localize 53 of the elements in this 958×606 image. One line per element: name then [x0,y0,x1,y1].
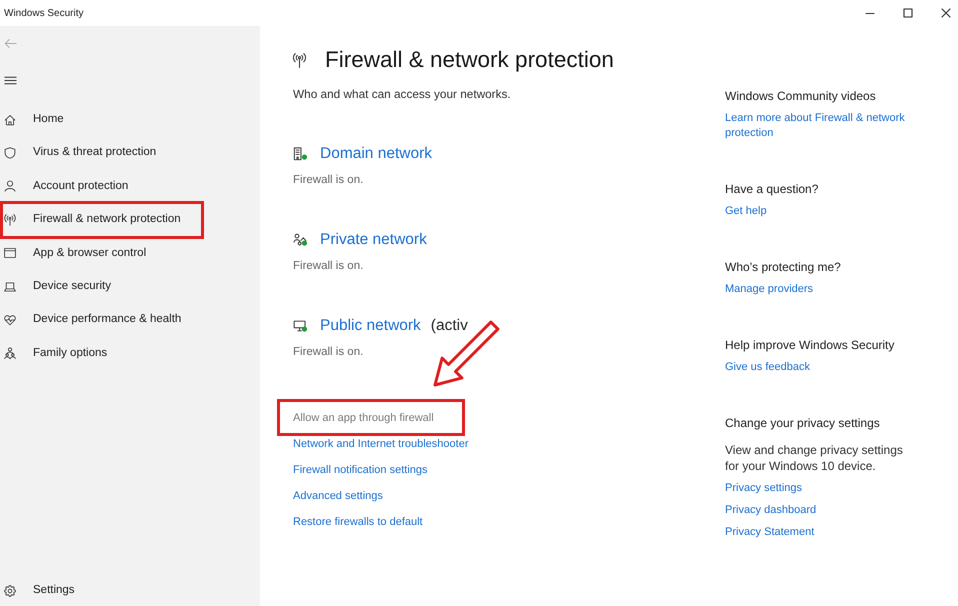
settings-link[interactable]: Network and Internet troubleshooter [293,436,468,452]
heart-pulse-icon [4,314,16,326]
help-link[interactable]: Manage providers [725,282,814,297]
page-title: Firewall & network protection [325,46,614,74]
network-link[interactable]: Private network [320,230,427,250]
network-note: (activ [430,316,468,336]
help-link[interactable]: Learn more about Firewall & network protection [725,111,925,141]
help-link[interactable]: Privacy settings [725,481,802,496]
section-heading: Who’s protecting me? [725,259,841,275]
network-link[interactable]: Domain network [320,144,432,164]
maximize-icon [903,8,913,18]
building-icon [293,147,308,161]
laptop-icon [4,280,16,293]
home-icon [4,114,16,126]
nav-item[interactable]: Home [0,103,204,136]
nav-item[interactable]: App & browser control [0,236,204,270]
antenna-icon [4,214,16,226]
network-status: Firewall is on. [293,173,364,188]
settings-link[interactable]: Advanced settings [293,488,383,504]
section-description: View and change privacy settings for your Windows 10 device. [725,442,904,474]
family-icon [4,347,16,360]
window-title: Windows Security [4,6,84,20]
back-arrow-icon [4,36,16,50]
nav-item[interactable]: Device performance & health [0,303,204,337]
section-heading: Have a question? [725,181,818,197]
section-heading: Change your privacy settings [725,415,880,431]
settings-icon [4,585,16,597]
nav-item[interactable]: Device security [0,270,204,304]
help-link[interactable]: Privacy Statement [725,525,814,540]
network-status: Firewall is on. [293,259,364,274]
nav-item[interactable]: Account protection [0,170,204,204]
close-icon [941,8,951,18]
network-link[interactable]: Public network [320,316,421,336]
people-icon [293,233,308,247]
page-subtitle: Who and what can access your networks. [293,86,511,102]
network-status: Firewall is on. [293,345,364,360]
section-heading: Help improve Windows Security [725,337,894,353]
help-link[interactable]: Give us feedback [725,360,810,375]
shield-icon [4,147,16,160]
settings-item[interactable]: Settings [0,576,204,606]
monitor-icon [293,319,308,333]
nav-item[interactable]: Family options [0,336,204,370]
help-link[interactable]: Get help [725,204,767,219]
settings-link[interactable]: Firewall notification settings [293,462,428,478]
nav-item[interactable]: Firewall & network protection [0,201,204,239]
help-link[interactable]: Privacy dashboard [725,503,816,518]
person-icon [4,180,16,192]
browser-window-icon [4,247,16,260]
annotation-arrow [432,319,501,389]
antenna-icon [293,52,306,68]
section-heading: Windows Community videos [725,88,876,104]
nav-item[interactable]: Virus & threat protection [0,136,204,170]
settings-link[interactable]: Restore firewalls to default [293,514,423,530]
